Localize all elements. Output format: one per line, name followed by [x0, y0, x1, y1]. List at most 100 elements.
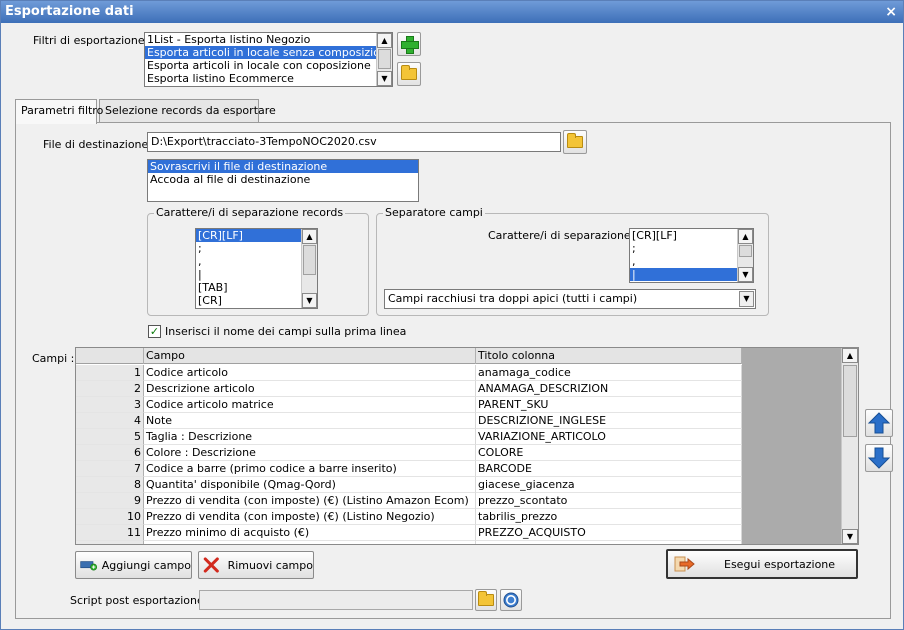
- table-row[interactable]: 6 Colore : Descrizione COLORE: [76, 445, 742, 461]
- chevron-down-icon[interactable]: ▼: [739, 291, 754, 307]
- filters-list[interactable]: 1List - Esporta listino Negozio Esporta a…: [144, 32, 393, 87]
- scroll-up-icon[interactable]: ▲: [377, 33, 392, 48]
- titolo-cell[interactable]: BARCODE: [476, 461, 742, 477]
- field-separator-list[interactable]: [CR][LF];, | ▲ ▼: [629, 228, 754, 283]
- campo-cell[interactable]: Codice articolo: [144, 365, 476, 381]
- table-row[interactable]: 10 Prezzo di vendita (con imposte) (€) (L…: [76, 509, 742, 525]
- field-separator-scrollbar[interactable]: ▲ ▼: [737, 229, 753, 282]
- record-separator-scrollbar[interactable]: ▲ ▼: [301, 229, 317, 308]
- field-separator-item[interactable]: |: [630, 268, 753, 281]
- record-separator-item[interactable]: [CR]: [196, 294, 317, 307]
- titolo-cell[interactable]: VARIAZIONE_ARTICOLO: [476, 429, 742, 445]
- close-icon[interactable]: ×: [885, 1, 897, 23]
- campo-cell[interactable]: Taglia : Descrizione: [144, 429, 476, 445]
- add-field-button[interactable]: Aggiungi campo: [75, 551, 192, 579]
- table-row[interactable]: 3 Codice articolo matrice PARENT_SKU: [76, 397, 742, 413]
- grid-header-titolo[interactable]: Titolo colonna: [476, 348, 742, 364]
- table-row[interactable]: 2 Descrizione articolo ANAMAGA_DESCRIZION: [76, 381, 742, 397]
- campo-cell[interactable]: Note: [144, 413, 476, 429]
- grid-header-campo[interactable]: Campo: [144, 348, 476, 364]
- titolo-cell[interactable]: prezzo_scontato: [476, 493, 742, 509]
- scroll-down-icon[interactable]: ▼: [842, 529, 858, 544]
- row-index-cell: 9: [76, 493, 144, 509]
- campo-cell[interactable]: Colore : Descrizione: [144, 445, 476, 461]
- arrow-up-icon: [867, 412, 891, 434]
- add-filter-button[interactable]: [397, 32, 421, 56]
- titolo-cell[interactable]: anamaga_codice: [476, 365, 742, 381]
- move-down-button[interactable]: [865, 444, 893, 472]
- campo-cell[interactable]: Codice a barre (primo codice a barre ins…: [144, 461, 476, 477]
- help-icon: [503, 592, 519, 608]
- quote-option-select[interactable]: Campi racchiusi tra doppi apici (tutti i…: [384, 289, 756, 309]
- campo-cell[interactable]: Descrizione articolo: [144, 381, 476, 397]
- titolo-cell[interactable]: COLORE: [476, 445, 742, 461]
- scroll-thumb[interactable]: [303, 245, 316, 275]
- titolo-cell[interactable]: giacese_giacenza: [476, 477, 742, 493]
- run-export-button[interactable]: Esegui esportazione: [666, 549, 858, 579]
- record-separator-item[interactable]: [TAB]: [196, 281, 317, 294]
- filter-list-item[interactable]: Esporta articoli in locale con coposizio…: [145, 59, 392, 72]
- header-checkbox[interactable]: ✓: [148, 325, 161, 338]
- browse-destination-button[interactable]: [563, 130, 587, 154]
- table-row[interactable]: 8 Quantita' disponibile (Qmag-Qord) giaces…: [76, 477, 742, 493]
- destination-input[interactable]: D:\Export\tracciato-3TempoNOC2020.csv: [147, 132, 561, 152]
- titolo-cell[interactable]: GENERE: [476, 541, 742, 544]
- move-up-button[interactable]: [865, 409, 893, 437]
- campo-cell[interactable]: Quantita' disponibile (Qmag-Qord): [144, 477, 476, 493]
- titolo-cell[interactable]: DESCRIZIONE_INGLESE: [476, 413, 742, 429]
- table-row[interactable]: 12Genere : DescrizioneGENERE: [76, 541, 742, 544]
- table-row[interactable]: 7 Codice a barre (primo codice a barre in…: [76, 461, 742, 477]
- campo-cell[interactable]: Genere : Descrizione: [144, 541, 476, 544]
- scroll-up-icon[interactable]: ▲: [738, 229, 753, 244]
- field-separator-item[interactable]: ;: [630, 242, 753, 255]
- titolo-cell[interactable]: ANAMAGA_DESCRIZION: [476, 381, 742, 397]
- scroll-down-icon[interactable]: ▼: [302, 293, 317, 308]
- filter-list-item[interactable]: Esporta articoli in locale senza composi…: [145, 46, 392, 59]
- scroll-down-icon[interactable]: ▼: [377, 71, 392, 86]
- record-separator-item[interactable]: ,: [196, 255, 317, 268]
- write-mode-list[interactable]: Sovrascrivi il file di destinazione Accod…: [147, 159, 419, 202]
- scroll-down-icon[interactable]: ▼: [738, 267, 753, 282]
- field-separator-item[interactable]: [CR][LF]: [630, 229, 753, 242]
- table-row[interactable]: 9 Prezzo di vendita (con imposte) (€) (Li…: [76, 493, 742, 509]
- campo-cell[interactable]: Prezzo di vendita (con imposte) (€) (Lis…: [144, 493, 476, 509]
- titolo-cell[interactable]: PREZZO_ACQUISTO: [476, 525, 742, 541]
- help-button[interactable]: [500, 589, 522, 611]
- tab-parametri-filtro[interactable]: Parametri filtro: [15, 99, 103, 124]
- table-row[interactable]: 4 Note DESCRIZIONE_INGLESE: [76, 413, 742, 429]
- table-row[interactable]: 5 Taglia : Descrizione VARIAZIONE_ARTICOLO: [76, 429, 742, 445]
- record-separator-item[interactable]: [CR][LF]: [196, 229, 317, 242]
- quote-option-value: Campi racchiusi tra doppi apici (tutti i…: [388, 292, 638, 305]
- campo-cell[interactable]: Codice articolo matrice: [144, 397, 476, 413]
- write-mode-item[interactable]: Accoda al file di destinazione: [148, 173, 418, 186]
- export-arrow-icon: [674, 556, 695, 572]
- filters-scrollbar[interactable]: ▲ ▼: [376, 33, 392, 86]
- browse-script-button[interactable]: [475, 589, 497, 611]
- arrow-down-icon: [867, 447, 891, 469]
- table-row[interactable]: 1 Codice articolo anamaga_codice: [76, 365, 742, 381]
- fields-grid[interactable]: Campo Titolo colonna 1 Codice articolo ana…: [75, 347, 859, 545]
- campo-cell[interactable]: Prezzo di vendita (con imposte) (€) (Lis…: [144, 509, 476, 525]
- write-mode-item[interactable]: Sovrascrivi il file di destinazione: [148, 160, 418, 173]
- record-separator-title: Carattere/i di separazione records: [154, 206, 346, 219]
- scroll-up-icon[interactable]: ▲: [842, 348, 858, 363]
- filter-list-item[interactable]: Esporta listino Ecommerce: [145, 72, 392, 85]
- record-separator-item[interactable]: ;: [196, 242, 317, 255]
- record-separator-list[interactable]: [CR][LF];, | [TAB] [CR] ▲ ▼: [195, 228, 318, 309]
- script-input[interactable]: [199, 590, 473, 610]
- campo-cell[interactable]: Prezzo minimo di acquisto (€): [144, 525, 476, 541]
- titolo-cell[interactable]: PARENT_SKU: [476, 397, 742, 413]
- scroll-up-icon[interactable]: ▲: [302, 229, 317, 244]
- scroll-thumb[interactable]: [739, 245, 752, 257]
- filter-list-item[interactable]: 1List - Esporta listino Negozio: [145, 33, 392, 46]
- titolo-cell[interactable]: tabrilis_prezzo: [476, 509, 742, 525]
- scroll-thumb[interactable]: [378, 49, 391, 69]
- remove-field-button[interactable]: Rimuovi campo: [198, 551, 314, 579]
- field-separator-item[interactable]: ,: [630, 255, 753, 268]
- table-row[interactable]: 11 Prezzo minimo di acquisto (€) PREZZO_AC…: [76, 525, 742, 541]
- tab-selezione-records[interactable]: Selezione records da esportare: [99, 99, 276, 123]
- record-separator-item[interactable]: |: [196, 268, 317, 281]
- scroll-thumb[interactable]: [843, 365, 857, 437]
- grid-scrollbar[interactable]: ▲ ▼: [841, 348, 858, 544]
- open-filter-button[interactable]: [397, 62, 421, 86]
